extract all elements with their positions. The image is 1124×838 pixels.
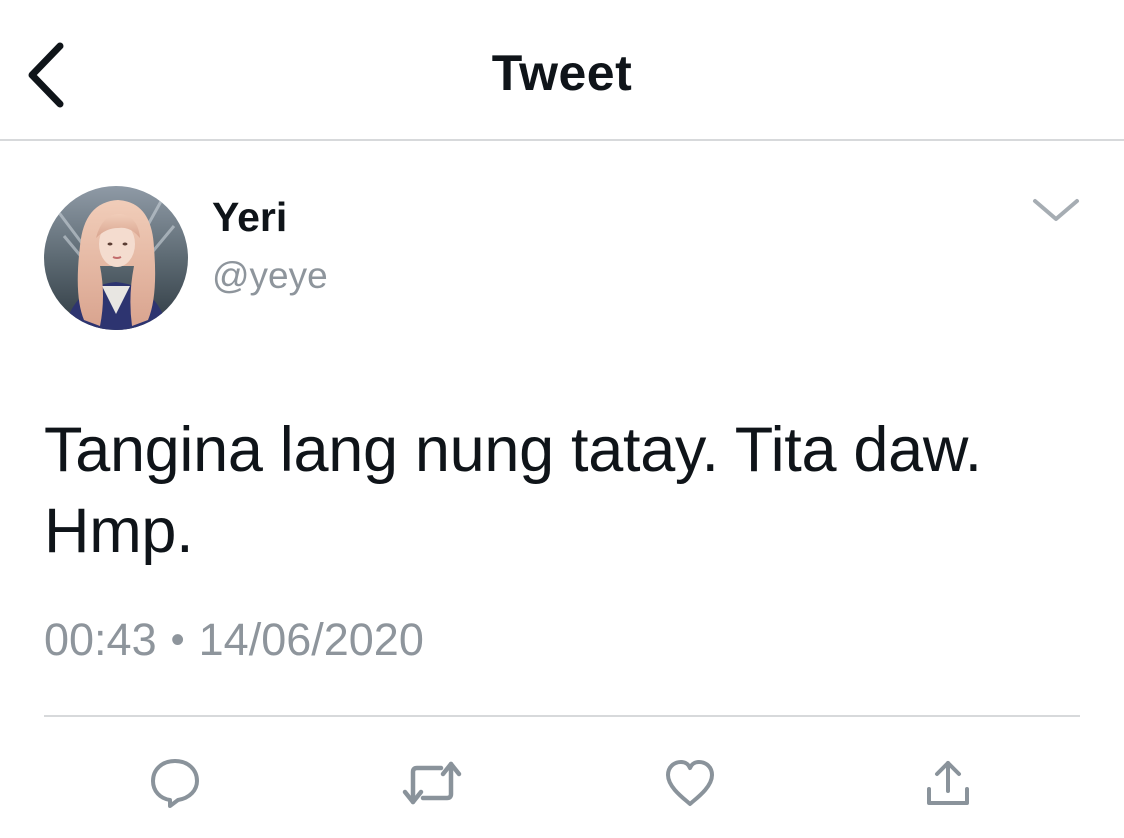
top-navigation-bar: Tweet [0,0,1124,141]
share-button[interactable] [916,752,980,814]
author-handle[interactable]: @yeye [212,255,328,297]
tweet-text-line: Tangina lang nung tatay. Tita daw. [44,415,982,485]
like-button[interactable] [658,752,722,814]
share-icon [927,761,969,805]
avatar-photo [44,186,188,330]
more-options-button[interactable] [1026,188,1086,232]
tweet-timestamp: 00:43 • 14/06/2020 [44,614,424,666]
tweet-text-line: Hmp. [44,496,194,566]
tweet-date: 14/06/2020 [198,614,424,665]
divider [44,715,1080,717]
tweet-text: Tangina lang nung tatay. Tita daw. Hmp. [44,410,1084,572]
reply-button[interactable] [143,752,207,814]
retweet-icon [402,761,462,805]
chevron-down-icon [1033,199,1079,221]
avatar[interactable] [44,186,188,330]
tweet-detail-screen: Tweet Yeri @yeye Tangina lang nung tatay… [0,0,1124,838]
heart-icon [666,760,714,806]
reply-icon [151,759,199,808]
tweet-time: 00:43 [44,614,157,665]
page-title: Tweet [491,45,633,101]
retweet-button[interactable] [400,752,464,814]
separator-dot: • [170,617,185,662]
author-name[interactable]: Yeri [212,194,287,241]
